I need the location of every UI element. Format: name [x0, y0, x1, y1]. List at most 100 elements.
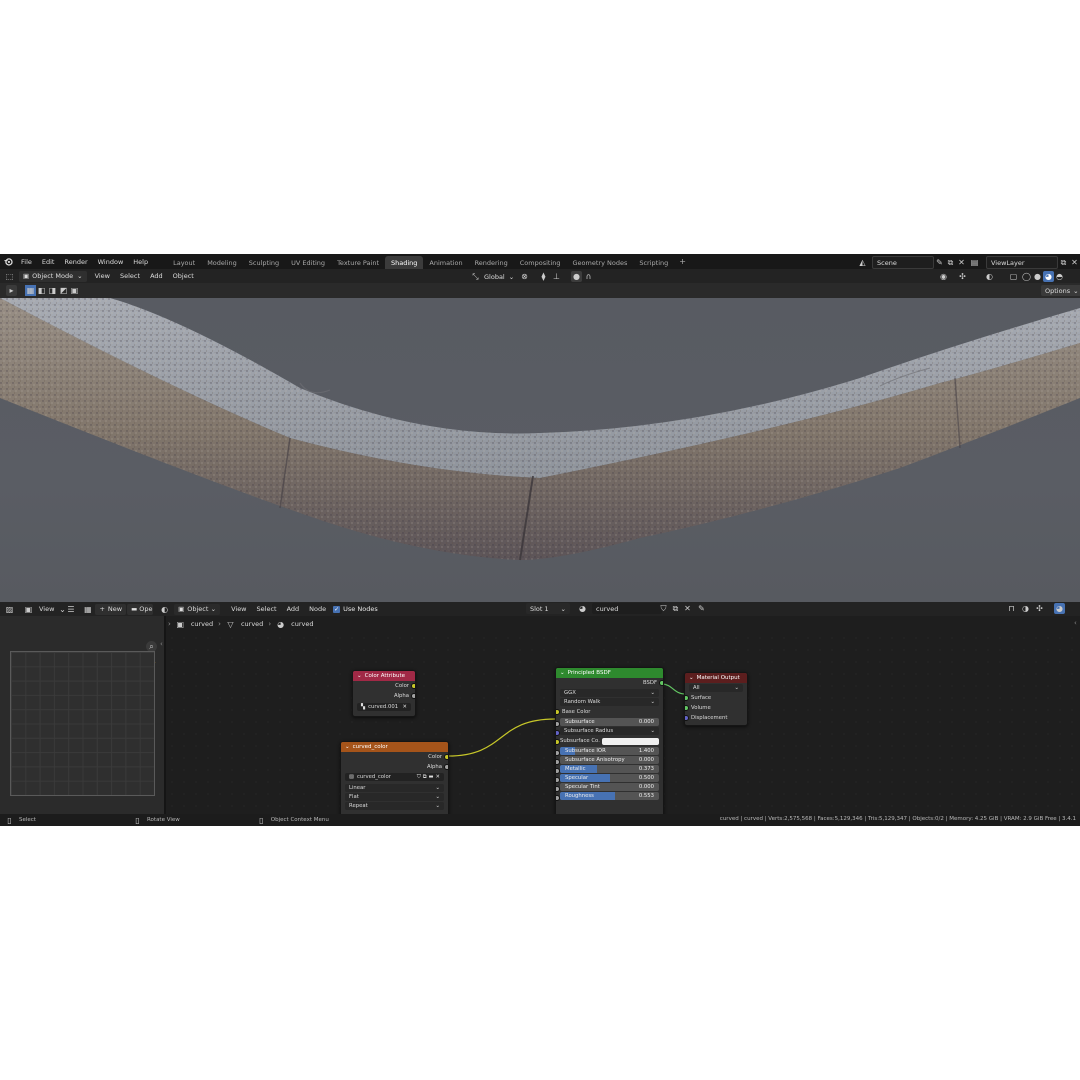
tab-texture-paint[interactable]: Texture Paint: [331, 256, 385, 269]
mode-dropdown[interactable]: ▣ Object Mode ⌄: [19, 270, 87, 282]
distribution-dropdown[interactable]: GGX ⌄: [560, 689, 659, 697]
tab-modeling[interactable]: Modeling: [201, 256, 243, 269]
select-extend-icon[interactable]: ◧: [36, 285, 47, 296]
gizmo-icon[interactable]: ✣: [957, 271, 968, 282]
viewport-menu-object[interactable]: Object: [168, 272, 199, 280]
image-editor[interactable]: ⌕ ✋: [0, 616, 164, 814]
scene-selector[interactable]: ◭ Scene ✎ ⧉ ✕: [857, 256, 967, 269]
new-view-layer-icon[interactable]: ⧉: [1058, 257, 1069, 268]
node-gizmo-icon[interactable]: ✣: [1034, 603, 1045, 614]
slider-metallic[interactable]: Metallic 0.373: [560, 765, 659, 773]
slider-subsurface[interactable]: Subsurface 0.000: [560, 718, 659, 726]
scene-name[interactable]: Scene: [872, 256, 934, 269]
socket-color[interactable]: [444, 754, 448, 760]
xray-icon[interactable]: ▢: [1008, 271, 1019, 282]
add-workspace-button[interactable]: +: [674, 257, 691, 266]
node-snap-icon[interactable]: ⊓: [1006, 603, 1017, 614]
object-dropdown[interactable]: ▣ Object ⌄: [174, 603, 221, 615]
viewport-menu-select[interactable]: Select: [115, 272, 145, 280]
collapse-arrow-icon[interactable]: ‹: [160, 640, 163, 648]
viewport-menu-view[interactable]: View: [90, 272, 115, 280]
slider-roughness[interactable]: Roughness 0.553: [560, 792, 659, 800]
pivot-icon[interactable]: ⊗: [519, 271, 530, 282]
close-icon[interactable]: ✕: [436, 774, 440, 780]
node-menu-add[interactable]: Add: [282, 605, 305, 613]
new-scene-icon[interactable]: ⧉: [945, 257, 956, 268]
tab-rendering[interactable]: Rendering: [469, 256, 514, 269]
material-name-field[interactable]: curved: [592, 603, 662, 614]
select-new-icon[interactable]: ▦: [25, 285, 36, 296]
wireframe-shading-icon[interactable]: ◯: [1021, 271, 1032, 282]
slider-subsurface-ior[interactable]: Subsurface IOR 1.400: [560, 747, 659, 755]
node-overlay-icon[interactable]: ◑: [1020, 603, 1031, 614]
close-icon[interactable]: ✕: [403, 704, 407, 710]
socket-float[interactable]: [411, 693, 415, 699]
tab-sculpting[interactable]: Sculpting: [243, 256, 285, 269]
falloff-icon[interactable]: ∩: [583, 271, 594, 282]
proportional-edit-icon[interactable]: ●: [571, 271, 582, 282]
new-image-button[interactable]: + New: [95, 603, 127, 615]
editor-type-icon[interactable]: ⬚: [4, 271, 15, 282]
pin-icon[interactable]: ✎: [696, 603, 707, 614]
slider-subsurface-anisotropy[interactable]: Subsurface Anisotropy 0.000: [560, 756, 659, 764]
slot-dropdown[interactable]: Slot 1 ⌄: [526, 603, 570, 614]
unlink-material-icon[interactable]: ✕: [682, 603, 693, 614]
tab-shading[interactable]: Shading: [385, 256, 424, 269]
image-texture-node[interactable]: ⌄ curved_color Color Alpha ▨ curved_colo…: [340, 741, 449, 814]
node-editor[interactable]: ⌄ Color Attribute Color Alpha ▚ curved.0…: [166, 632, 1080, 814]
collapse-icon[interactable]: ⌄: [560, 670, 565, 676]
pin-icon[interactable]: ✎: [934, 257, 945, 268]
blender-logo-icon[interactable]: [3, 256, 14, 267]
backdrop-icon[interactable]: ◕: [1054, 603, 1065, 614]
select-invert-icon[interactable]: ◩: [58, 285, 69, 296]
shader-type-icon[interactable]: ◐: [159, 604, 170, 615]
node-header[interactable]: ⌄ Principled BSDF: [556, 668, 663, 678]
view-layer-selector[interactable]: ▤ ViewLayer ⧉ ✕: [969, 256, 1080, 269]
node-menu-node[interactable]: Node: [304, 605, 331, 613]
node-menu-view[interactable]: View: [226, 605, 251, 613]
view-layer-name[interactable]: ViewLayer: [986, 256, 1058, 269]
collapse-icon[interactable]: ⌄: [345, 744, 350, 750]
socket-shader[interactable]: [659, 680, 663, 686]
node-header[interactable]: ⌄ curved_color: [341, 742, 448, 752]
tab-geometry-nodes[interactable]: Geometry Nodes: [567, 256, 634, 269]
open-image-button[interactable]: ▬ Open: [127, 603, 154, 615]
socket-shader[interactable]: [685, 695, 689, 701]
tab-animation[interactable]: Animation: [423, 256, 468, 269]
menu-window[interactable]: Window: [93, 258, 129, 266]
extension-dropdown[interactable]: Repeat ⌄: [345, 802, 444, 810]
slider-specular-tint[interactable]: Specular Tint 0.000: [560, 783, 659, 791]
slider-specular[interactable]: Specular 0.500: [560, 774, 659, 782]
hamburger-menu-icon[interactable]: ☰: [65, 604, 76, 615]
tab-uv-editing[interactable]: UV Editing: [285, 256, 331, 269]
collapse-icon[interactable]: ⌄: [689, 675, 694, 681]
fake-user-icon[interactable]: ⛉: [417, 774, 421, 781]
tab-scripting[interactable]: Scripting: [633, 256, 674, 269]
image-view-menu[interactable]: View: [34, 605, 59, 613]
sss-method-dropdown[interactable]: Random Walk ⌄: [560, 698, 659, 706]
attribute-field[interactable]: ▚ curved.001 ✕: [357, 703, 411, 711]
delete-view-layer-icon[interactable]: ✕: [1069, 257, 1080, 268]
snap-target-icon[interactable]: ⊥: [551, 271, 562, 282]
material-shading-icon[interactable]: ◕: [1043, 271, 1054, 282]
socket-float[interactable]: [444, 764, 448, 770]
use-nodes-toggle[interactable]: ✓ Use Nodes: [333, 605, 378, 613]
collapse-icon[interactable]: ⌄: [357, 673, 362, 679]
visibility-icon[interactable]: ◉: [938, 271, 949, 282]
node-header[interactable]: ⌄ Color Attribute: [353, 671, 415, 681]
snap-icon[interactable]: ⧫: [538, 271, 549, 282]
socket-color[interactable]: [411, 683, 415, 689]
menu-edit[interactable]: Edit: [37, 258, 60, 266]
rendered-shading-icon[interactable]: ◓: [1054, 271, 1065, 282]
socket-color[interactable]: [556, 709, 560, 715]
node-menu-select[interactable]: Select: [252, 605, 282, 613]
options-button[interactable]: Options ⌄: [1041, 285, 1080, 296]
image-view-mode-icon[interactable]: ▣: [23, 604, 34, 615]
delete-scene-icon[interactable]: ✕: [956, 257, 967, 268]
target-dropdown[interactable]: All ⌄: [689, 684, 743, 692]
orientation-dropdown[interactable]: Global ⌄: [480, 271, 518, 282]
duplicate-icon[interactable]: ⧉: [423, 774, 427, 781]
socket-vector[interactable]: [685, 715, 689, 721]
interpolation-dropdown[interactable]: Linear ⌄: [345, 784, 444, 792]
image-editor-type-icon[interactable]: ▨: [4, 604, 15, 615]
